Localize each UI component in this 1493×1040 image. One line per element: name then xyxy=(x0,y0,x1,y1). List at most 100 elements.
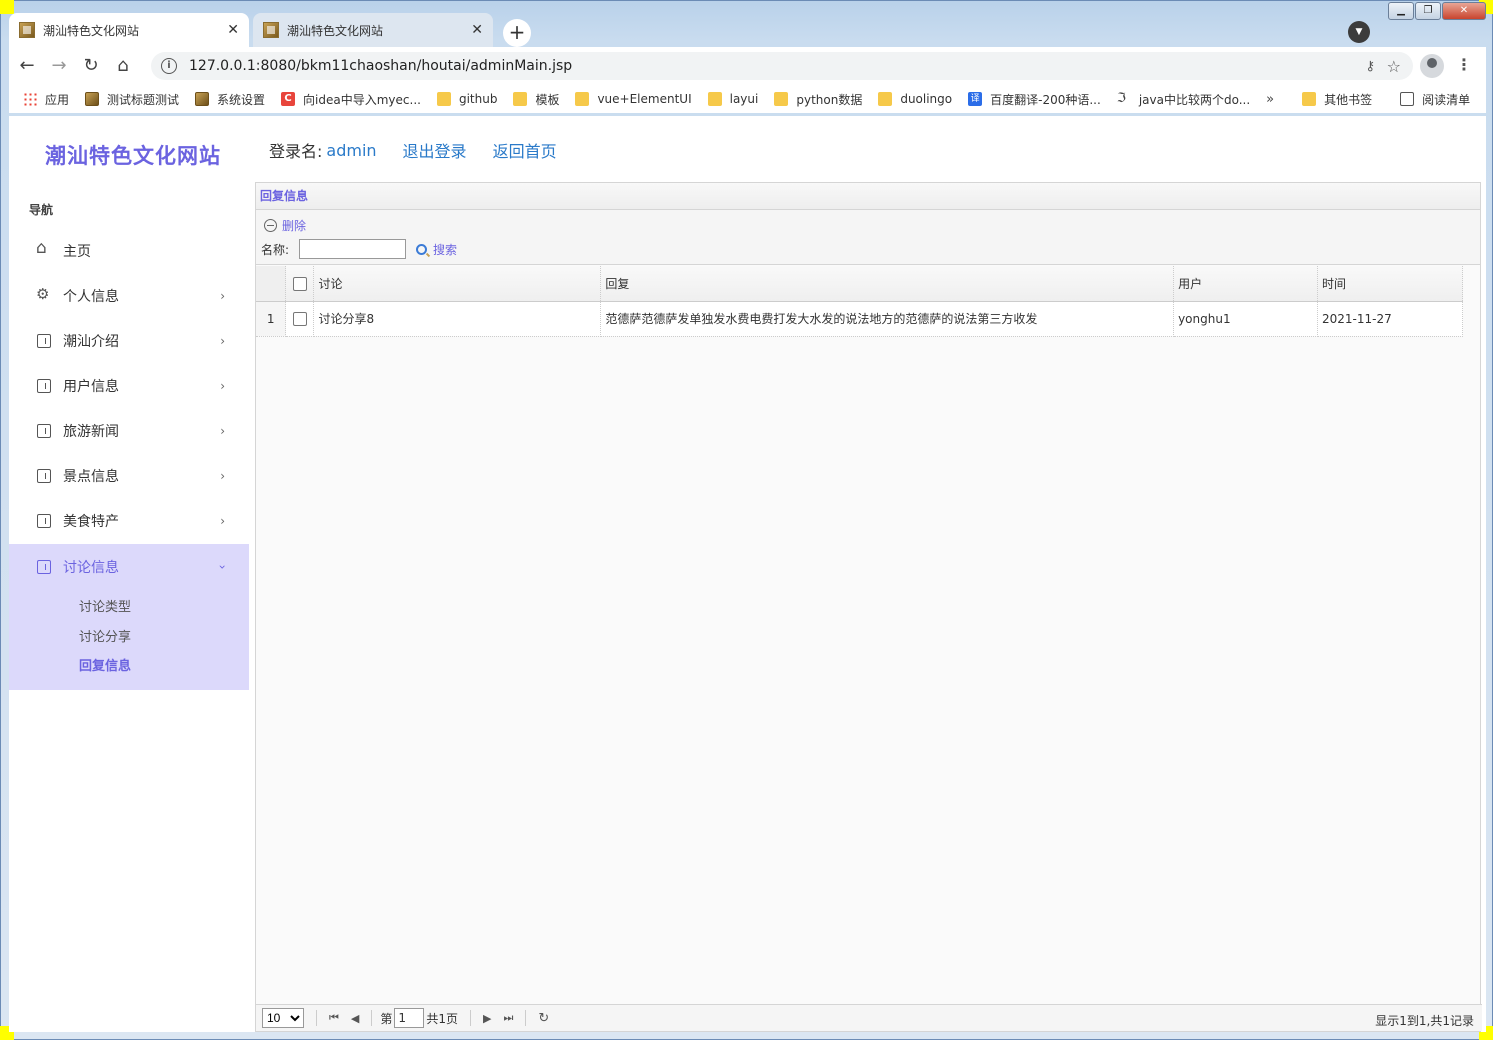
home-link[interactable]: 返回首页 xyxy=(493,138,557,162)
sidebar-item-intro[interactable]: 潮汕介绍 › xyxy=(9,318,249,363)
pagination-bar: 10 ⏮ ◀ 第 1 共1页 ▶ ⏭ ↻ 显示1到1,共1记录 xyxy=(256,1004,1482,1031)
tab-close-icon[interactable]: ✕ xyxy=(471,22,483,38)
corner-marker xyxy=(0,0,14,14)
back-icon[interactable]: ← xyxy=(13,52,41,80)
sidebar-subitem-discussion-type[interactable]: 讨论类型 xyxy=(79,596,131,615)
building-icon xyxy=(37,333,51,348)
bookmark-item[interactable]: layui xyxy=(707,92,758,106)
refresh-icon[interactable]: ↻ xyxy=(538,1011,549,1026)
cell-time: 2021-11-27 xyxy=(1317,301,1463,337)
panel-title: 回复信息 xyxy=(256,183,1480,210)
row-checkbox[interactable] xyxy=(292,311,307,326)
search-row: 名称: 搜索 xyxy=(261,239,457,259)
table-row[interactable]: 1 讨论分享8 范德萨范德萨发单独发水费电费打发大水发的说法地方的范德萨的说法第… xyxy=(256,301,1463,337)
column-header-time[interactable]: 时间 xyxy=(1317,266,1463,302)
forward-icon[interactable]: → xyxy=(45,52,73,80)
sidebar-item-users[interactable]: 用户信息 › xyxy=(9,363,249,408)
folder-icon xyxy=(575,92,590,106)
logout-link[interactable]: 退出登录 xyxy=(403,138,467,162)
reading-list[interactable]: 阅读清单 xyxy=(1400,91,1470,108)
chevron-down-icon: › xyxy=(215,564,230,569)
minimize-button[interactable]: ▁ xyxy=(1388,2,1414,20)
sidebar-subitem-discussion-share[interactable]: 讨论分享 xyxy=(79,626,131,645)
c-icon: C xyxy=(281,92,296,106)
address-bar[interactable]: i 127.0.0.1:8080/bkm11chaoshan/houtai/ad… xyxy=(151,52,1413,80)
bookmark-item[interactable]: C 向idea中导入myec... xyxy=(281,91,421,108)
bookmark-label: 阅读清单 xyxy=(1422,92,1471,107)
sidebar-item-profile[interactable]: 个人信息 › xyxy=(9,273,249,318)
search-input[interactable] xyxy=(299,239,407,259)
select-all-header xyxy=(285,266,315,302)
bookmark-item[interactable]: 应用 xyxy=(23,91,69,108)
bookmark-item[interactable]: 测试标题测试 xyxy=(85,91,179,108)
bookmark-label: 其他书签 xyxy=(1324,92,1373,107)
select-all-checkbox[interactable] xyxy=(292,276,307,291)
bookmark-item[interactable]: github xyxy=(436,92,497,106)
last-page-icon[interactable]: ⏭ xyxy=(504,1011,514,1025)
cell-reply: 范德萨范德萨发单独发水费电费打发大水发的说法地方的范德萨的说法第三方收发 xyxy=(600,301,1175,337)
bookmark-item[interactable]: ℑjava中比较两个do... xyxy=(1117,91,1250,108)
bookmark-label: 模板 xyxy=(535,92,560,107)
bookmark-item[interactable]: 系统设置 xyxy=(195,91,265,108)
page-number-input[interactable]: 1 xyxy=(394,1008,425,1028)
browser-tab-active[interactable]: 潮汕特色文化网站 ✕ xyxy=(9,13,249,47)
panel-toolbar: 删除 名称: 搜索 xyxy=(256,210,1480,265)
replies-panel: 回复信息 删除 名称: 搜索 讨论 回复 用户 时间 1 讨论分享8 范德萨范德… xyxy=(255,182,1482,1032)
search-button[interactable]: 搜索 xyxy=(416,241,457,258)
bookmarks-more-button[interactable]: » xyxy=(1266,92,1274,107)
page-size-select[interactable]: 10 xyxy=(262,1008,304,1028)
bookmark-label: 系统设置 xyxy=(217,92,266,107)
bookmark-item[interactable]: 译百度翻译-200种语... xyxy=(968,91,1101,108)
column-header-user[interactable]: 用户 xyxy=(1173,266,1319,302)
reload-icon[interactable]: ↻ xyxy=(77,52,105,80)
sidebar-item-discussion[interactable]: 讨论信息 › xyxy=(9,544,249,589)
url-text[interactable]: 127.0.0.1:8080/bkm11chaoshan/houtai/admi… xyxy=(189,58,572,74)
prev-page-icon[interactable]: ◀ xyxy=(351,1012,359,1025)
browser-window: ▁ ❐ ✕ 潮汕特色文化网站 ✕ 潮汕特色文化网站 ✕ + ▼ ← → ↻ ⌂ … xyxy=(0,0,1493,1040)
home-icon xyxy=(36,238,51,258)
site-info-icon[interactable]: i xyxy=(161,58,177,74)
sidebar-item-food[interactable]: 美食特产 › xyxy=(9,498,249,543)
key-icon[interactable]: ⚷ xyxy=(1365,59,1375,74)
bookmark-label: python数据 xyxy=(796,92,863,107)
bookmark-label: 向idea中导入myec... xyxy=(303,92,421,107)
folder-icon xyxy=(1302,92,1317,106)
first-page-icon[interactable]: ⏮ xyxy=(329,1011,339,1025)
maximize-button[interactable]: ❐ xyxy=(1415,2,1441,20)
new-tab-button[interactable]: + xyxy=(503,19,531,47)
sidebar-subitem-replies[interactable]: 回复信息 xyxy=(79,655,131,674)
profile-avatar-icon[interactable] xyxy=(1420,54,1444,78)
close-window-button[interactable]: ✕ xyxy=(1442,2,1486,20)
chevron-right-icon: › xyxy=(220,333,225,348)
sidebar-item-home[interactable]: 主页 xyxy=(9,228,249,273)
bookmark-item[interactable]: duolingo xyxy=(878,92,952,106)
pager-divider xyxy=(371,1010,373,1026)
tab-search-icon[interactable]: ▼ xyxy=(1348,21,1370,43)
j-icon: ℑ xyxy=(1116,91,1126,106)
sidebar-item-spots[interactable]: 景点信息 › xyxy=(9,453,249,498)
page-content: 潮汕特色文化网站 导航 主页 个人信息 › 潮汕介绍 › 用户信息 › xyxy=(9,116,1486,1032)
bookmark-item[interactable]: 模板 xyxy=(513,91,559,108)
sidebar-item-news[interactable]: 旅游新闻 › xyxy=(9,408,249,453)
bookmark-item[interactable]: python数据 xyxy=(774,91,862,108)
menu-dots-icon[interactable]: ⋮ xyxy=(1456,55,1472,74)
bookmark-label: vue+ElementUI xyxy=(597,92,692,106)
bookmark-label: duolingo xyxy=(900,92,953,106)
login-user: admin xyxy=(326,140,377,160)
delete-button[interactable]: 删除 xyxy=(264,217,306,234)
browser-tab[interactable]: 潮汕特色文化网站 ✕ xyxy=(253,13,493,47)
column-header-discussion[interactable]: 讨论 xyxy=(313,266,602,302)
other-bookmarks[interactable]: 其他书签 xyxy=(1302,91,1372,108)
bookmark-star-icon[interactable]: ☆ xyxy=(1387,57,1401,76)
tab-close-icon[interactable]: ✕ xyxy=(227,22,239,38)
sidebar-item-label: 讨论信息 xyxy=(63,559,119,576)
bookmark-item[interactable]: vue+ElementUI xyxy=(575,92,692,106)
bookmark-label: java中比较两个do... xyxy=(1138,92,1251,107)
tab-title: 潮汕特色文化网站 xyxy=(43,23,140,38)
home-icon[interactable]: ⌂ xyxy=(109,52,137,80)
next-page-icon[interactable]: ▶ xyxy=(483,1012,491,1025)
chevron-right-icon: › xyxy=(220,423,225,438)
building-icon xyxy=(37,513,51,528)
bookmarks-bar: 应用 测试标题测试 系统设置 C 向idea中导入myec... github 模… xyxy=(9,85,1486,113)
column-header-reply[interactable]: 回复 xyxy=(600,266,1175,302)
